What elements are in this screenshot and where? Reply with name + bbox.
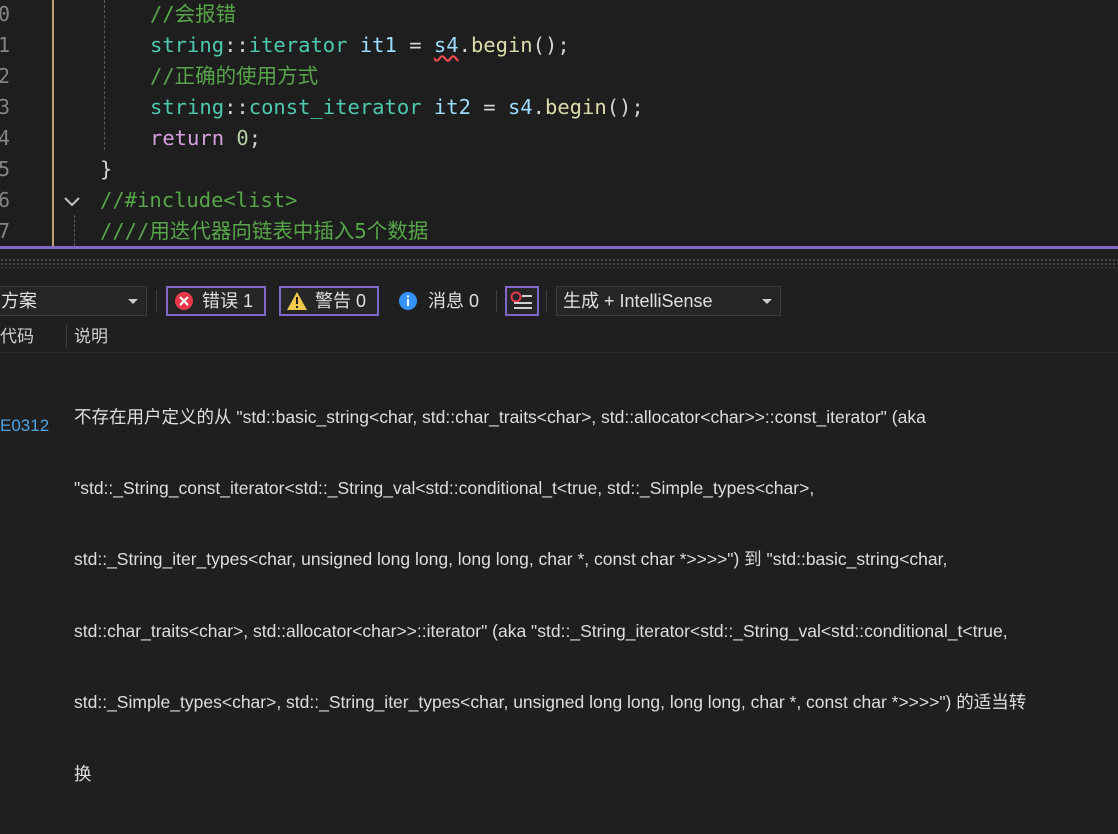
code-line[interactable]: 6 //#include<list> — [0, 185, 1118, 216]
column-divider[interactable] — [66, 325, 67, 349]
error-list-header: 代码 说明 — [0, 322, 1118, 353]
code-token: } — [100, 157, 113, 181]
messages-filter-button[interactable]: 消息 0 — [390, 286, 490, 316]
error-description-line: std::_Simple_types<char>, std::_String_i… — [74, 692, 1027, 713]
line-number: 2 — [0, 64, 10, 88]
code-editor[interactable]: 0//会报错 1 string::iterator it1 = s4.begin()… — [0, 0, 1118, 246]
code-token: ; — [248, 126, 262, 150]
code-line[interactable]: 0 //会报错 — [0, 0, 1118, 30]
code-line[interactable]: 3 string::const_iterator it2 = s4.begin()… — [0, 92, 1118, 123]
error-description: 不存在用户定义的从 "std::basic_string<char, std::… — [74, 358, 1118, 834]
toolbar-separator — [546, 290, 547, 312]
line-number: 0 — [0, 2, 10, 26]
code-text: string::const_iterator it2 = s4.begin(); — [150, 92, 644, 123]
code-token: . — [532, 95, 545, 119]
table-row[interactable]: E0312 不存在用户定义的从 "std::basic_string<char,… — [0, 356, 1118, 784]
code-token: string — [150, 33, 225, 57]
scope-label: 方案 — [1, 291, 37, 311]
code-token: = — [483, 95, 508, 119]
splitter-grip[interactable] — [0, 258, 1118, 268]
code-token: (); — [532, 33, 570, 57]
code-text: //会报错 — [150, 0, 236, 30]
code-token: it2 — [421, 95, 484, 119]
error-description-line: 换 — [74, 763, 92, 784]
error-code[interactable]: E0312 — [0, 416, 49, 436]
line-number: 7 — [0, 219, 10, 243]
warning-icon — [287, 292, 307, 310]
error-description-line: 不存在用户定义的从 "std::basic_string<char, std::… — [74, 406, 926, 427]
code-text: string::iterator it1 = s4.begin(); — [150, 30, 570, 61]
code-token: ////用迭代器向链表中插入5个数据 — [100, 219, 429, 243]
error-description-line: "std::_String_const_iterator<std::_Strin… — [74, 477, 815, 498]
warnings-filter-button[interactable]: 警告 0 — [279, 286, 379, 316]
col-header-code[interactable]: 代码 — [0, 322, 34, 352]
error-description-line: std::_String_iter_types<char, unsigned l… — [74, 549, 948, 570]
panel-splitter[interactable] — [0, 246, 1118, 249]
code-line[interactable]: 5} — [0, 154, 1118, 185]
code-token: . — [458, 33, 471, 57]
col-header-description[interactable]: 说明 — [74, 322, 108, 352]
code-token: //正确的使用方式 — [150, 64, 319, 88]
error-list-panel: 方案 错误 1 警告 0 消息 0 生成 + IntelliSense 代码 说… — [0, 268, 1118, 784]
errors-count-label: 错误 1 — [202, 291, 254, 311]
code-token: :: — [224, 95, 249, 119]
code-token: begin — [544, 95, 607, 119]
code-token: (); — [606, 95, 644, 119]
code-token: const_iterator — [248, 95, 422, 119]
toolbar-separator — [156, 290, 157, 312]
code-text: //#include<list> — [100, 185, 297, 216]
code-token: s4 — [433, 33, 459, 57]
toolbar-separator — [496, 290, 497, 312]
info-icon — [399, 292, 417, 310]
errors-filter-button[interactable]: 错误 1 — [166, 286, 266, 316]
chevron-down-icon[interactable] — [63, 195, 81, 209]
build-filter-label: 生成 + IntelliSense — [563, 291, 713, 311]
line-number: 4 — [0, 126, 10, 150]
code-token: string — [150, 95, 225, 119]
error-icon — [175, 292, 193, 310]
code-token: :: — [224, 33, 249, 57]
code-text: return 0; — [150, 123, 261, 154]
chevron-down-icon — [128, 299, 138, 304]
code-token: s4 — [507, 95, 533, 119]
code-text: //正确的使用方式 — [150, 61, 318, 92]
warnings-count-label: 警告 0 — [315, 291, 367, 311]
code-text: ////用迭代器向链表中插入5个数据 — [100, 216, 428, 246]
code-line[interactable]: 4 return 0; — [0, 123, 1118, 154]
code-line[interactable]: 1 string::iterator it1 = s4.begin(); — [0, 30, 1118, 61]
code-line[interactable]: 2 //正确的使用方式 — [0, 61, 1118, 92]
code-token: //会报错 — [150, 2, 237, 26]
error-list-toolbar: 方案 错误 1 警告 0 消息 0 生成 + IntelliSense — [0, 284, 1118, 318]
scope-dropdown[interactable]: 方案 — [0, 286, 147, 316]
code-token: begin — [470, 33, 533, 57]
error-description-line: std::char_traits<char>, std::allocator<c… — [74, 620, 1008, 641]
code-token: iterator — [248, 33, 348, 57]
line-number: 1 — [0, 33, 10, 57]
line-number: 3 — [0, 95, 10, 119]
code-token: 0 — [236, 126, 249, 150]
filter-list-icon — [510, 291, 532, 309]
code-token: //#include<list> — [100, 188, 298, 212]
line-number: 6 — [0, 188, 10, 212]
code-token: it1 — [347, 33, 410, 57]
messages-count-label: 消息 0 — [428, 291, 480, 311]
code-text: } — [100, 154, 112, 185]
code-token: = — [409, 33, 434, 57]
build-filter-dropdown[interactable]: 生成 + IntelliSense — [556, 286, 781, 316]
line-number: 5 — [0, 157, 10, 181]
code-line[interactable]: 7 ////用迭代器向链表中插入5个数据 — [0, 216, 1118, 246]
filter-toggle-button[interactable] — [505, 286, 539, 316]
code-token: return — [150, 126, 225, 150]
chevron-down-icon — [762, 299, 772, 304]
